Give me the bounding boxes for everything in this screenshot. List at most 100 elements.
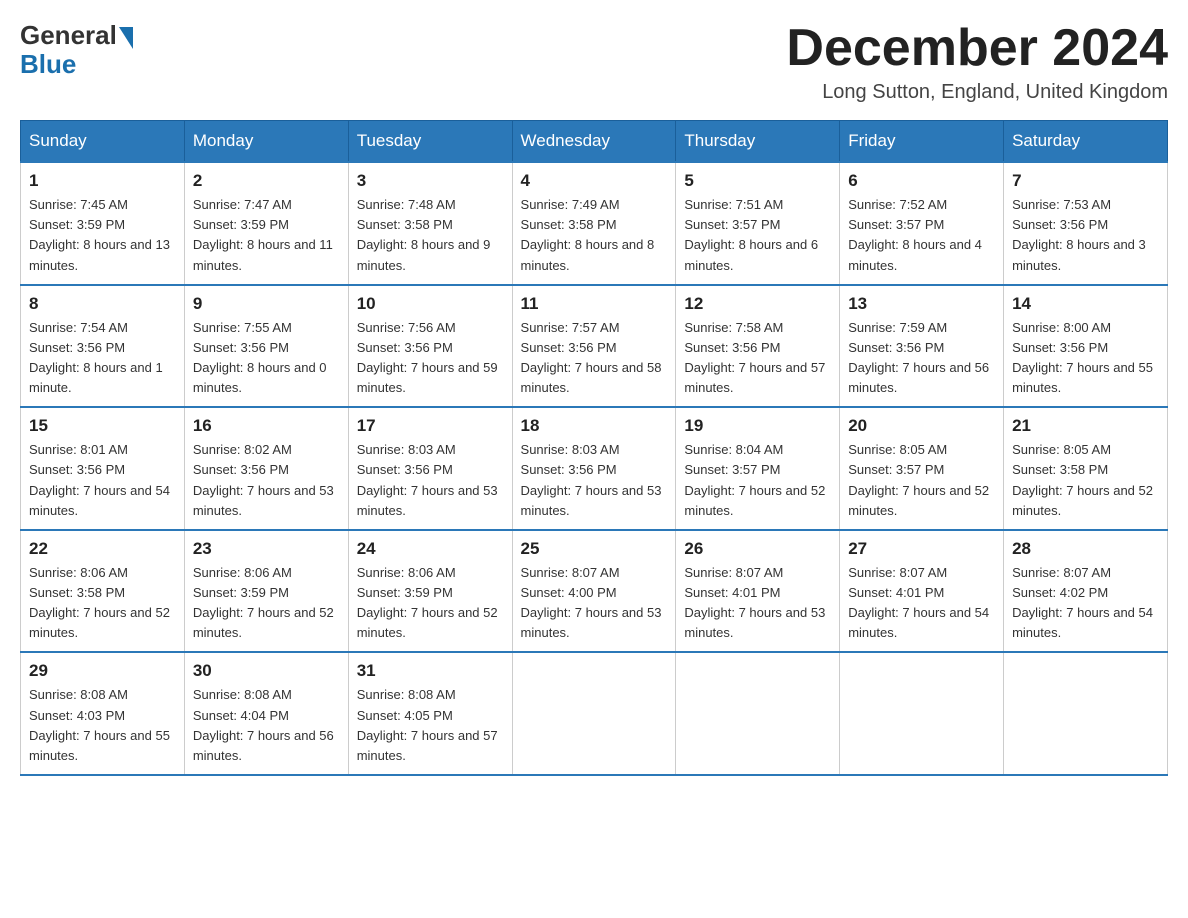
day-info: Sunrise: 8:00 AMSunset: 3:56 PMDaylight:… (1012, 318, 1159, 399)
day-number: 18 (521, 416, 668, 436)
day-number: 5 (684, 171, 831, 191)
day-number: 20 (848, 416, 995, 436)
day-info: Sunrise: 8:06 AMSunset: 3:59 PMDaylight:… (357, 563, 504, 644)
day-number: 8 (29, 294, 176, 314)
calendar-cell: 3 Sunrise: 7:48 AMSunset: 3:58 PMDaylight… (348, 162, 512, 285)
calendar-cell: 30 Sunrise: 8:08 AMSunset: 4:04 PMDayligh… (184, 652, 348, 775)
day-of-week-header: Friday (840, 121, 1004, 163)
day-info: Sunrise: 7:58 AMSunset: 3:56 PMDaylight:… (684, 318, 831, 399)
calendar-cell (512, 652, 676, 775)
day-info: Sunrise: 8:07 AMSunset: 4:02 PMDaylight:… (1012, 563, 1159, 644)
logo-top: General (20, 20, 133, 51)
day-info: Sunrise: 8:05 AMSunset: 3:57 PMDaylight:… (848, 440, 995, 521)
calendar-header-row: SundayMondayTuesdayWednesdayThursdayFrid… (21, 121, 1168, 163)
calendar-week-row: 22 Sunrise: 8:06 AMSunset: 3:58 PMDayligh… (21, 530, 1168, 653)
calendar-cell: 29Sunrise: 8:08 AMSunset: 4:03 PMDayligh… (21, 652, 185, 775)
calendar-cell: 31 Sunrise: 8:08 AMSunset: 4:05 PMDayligh… (348, 652, 512, 775)
calendar-cell: 28 Sunrise: 8:07 AMSunset: 4:02 PMDayligh… (1004, 530, 1168, 653)
calendar-cell: 1 Sunrise: 7:45 AMSunset: 3:59 PMDaylight… (21, 162, 185, 285)
day-of-week-header: Thursday (676, 121, 840, 163)
day-number: 3 (357, 171, 504, 191)
day-number: 25 (521, 539, 668, 559)
calendar-cell: 25 Sunrise: 8:07 AMSunset: 4:00 PMDayligh… (512, 530, 676, 653)
day-number: 22 (29, 539, 176, 559)
day-number: 14 (1012, 294, 1159, 314)
day-number: 28 (1012, 539, 1159, 559)
page-header: General Blue December 2024 Long Sutton, … (20, 20, 1168, 104)
day-info: Sunrise: 7:59 AMSunset: 3:56 PMDaylight:… (848, 318, 995, 399)
calendar-cell: 27Sunrise: 8:07 AMSunset: 4:01 PMDayligh… (840, 530, 1004, 653)
calendar-week-row: 1 Sunrise: 7:45 AMSunset: 3:59 PMDaylight… (21, 162, 1168, 285)
calendar-cell: 4 Sunrise: 7:49 AMSunset: 3:58 PMDaylight… (512, 162, 676, 285)
day-number: 10 (357, 294, 504, 314)
day-info: Sunrise: 7:55 AMSunset: 3:56 PMDaylight:… (193, 318, 340, 399)
calendar-table: SundayMondayTuesdayWednesdayThursdayFrid… (20, 120, 1168, 776)
day-info: Sunrise: 8:04 AMSunset: 3:57 PMDaylight:… (684, 440, 831, 521)
day-number: 12 (684, 294, 831, 314)
day-of-week-header: Tuesday (348, 121, 512, 163)
calendar-cell: 21Sunrise: 8:05 AMSunset: 3:58 PMDayligh… (1004, 407, 1168, 530)
calendar-cell: 13 Sunrise: 7:59 AMSunset: 3:56 PMDayligh… (840, 285, 1004, 408)
day-info: Sunrise: 7:49 AMSunset: 3:58 PMDaylight:… (521, 195, 668, 276)
calendar-cell: 16 Sunrise: 8:02 AMSunset: 3:56 PMDayligh… (184, 407, 348, 530)
calendar-cell: 14 Sunrise: 8:00 AMSunset: 3:56 PMDayligh… (1004, 285, 1168, 408)
day-number: 13 (848, 294, 995, 314)
day-of-week-header: Wednesday (512, 121, 676, 163)
day-info: Sunrise: 8:08 AMSunset: 4:04 PMDaylight:… (193, 685, 340, 766)
day-number: 1 (29, 171, 176, 191)
day-number: 19 (684, 416, 831, 436)
calendar-cell (1004, 652, 1168, 775)
calendar-week-row: 29Sunrise: 8:08 AMSunset: 4:03 PMDayligh… (21, 652, 1168, 775)
day-of-week-header: Saturday (1004, 121, 1168, 163)
day-info: Sunrise: 7:54 AMSunset: 3:56 PMDaylight:… (29, 318, 176, 399)
day-number: 17 (357, 416, 504, 436)
day-info: Sunrise: 7:52 AMSunset: 3:57 PMDaylight:… (848, 195, 995, 276)
calendar-week-row: 8 Sunrise: 7:54 AMSunset: 3:56 PMDaylight… (21, 285, 1168, 408)
day-info: Sunrise: 8:08 AMSunset: 4:05 PMDaylight:… (357, 685, 504, 766)
day-info: Sunrise: 7:48 AMSunset: 3:58 PMDaylight:… (357, 195, 504, 276)
logo-general-text: General (20, 20, 117, 51)
day-number: 16 (193, 416, 340, 436)
logo-arrow-icon (119, 27, 133, 49)
day-number: 2 (193, 171, 340, 191)
day-info: Sunrise: 7:51 AMSunset: 3:57 PMDaylight:… (684, 195, 831, 276)
day-info: Sunrise: 8:01 AMSunset: 3:56 PMDaylight:… (29, 440, 176, 521)
day-number: 26 (684, 539, 831, 559)
calendar-cell: 19 Sunrise: 8:04 AMSunset: 3:57 PMDayligh… (676, 407, 840, 530)
calendar-cell: 6 Sunrise: 7:52 AMSunset: 3:57 PMDaylight… (840, 162, 1004, 285)
day-number: 30 (193, 661, 340, 681)
day-info: Sunrise: 8:02 AMSunset: 3:56 PMDaylight:… (193, 440, 340, 521)
day-number: 15 (29, 416, 176, 436)
calendar-cell: 18 Sunrise: 8:03 AMSunset: 3:56 PMDayligh… (512, 407, 676, 530)
day-info: Sunrise: 8:07 AMSunset: 4:01 PMDaylight:… (848, 563, 995, 644)
calendar-cell: 2 Sunrise: 7:47 AMSunset: 3:59 PMDaylight… (184, 162, 348, 285)
day-info: Sunrise: 8:07 AMSunset: 4:01 PMDaylight:… (684, 563, 831, 644)
day-info: Sunrise: 8:07 AMSunset: 4:00 PMDaylight:… (521, 563, 668, 644)
calendar-week-row: 15 Sunrise: 8:01 AMSunset: 3:56 PMDayligh… (21, 407, 1168, 530)
location-text: Long Sutton, England, United Kingdom (786, 81, 1168, 104)
day-info: Sunrise: 8:03 AMSunset: 3:56 PMDaylight:… (521, 440, 668, 521)
day-number: 21 (1012, 416, 1159, 436)
day-number: 6 (848, 171, 995, 191)
calendar-cell: 15 Sunrise: 8:01 AMSunset: 3:56 PMDayligh… (21, 407, 185, 530)
day-info: Sunrise: 7:45 AMSunset: 3:59 PMDaylight:… (29, 195, 176, 276)
day-info: Sunrise: 7:53 AMSunset: 3:56 PMDaylight:… (1012, 195, 1159, 276)
day-info: Sunrise: 8:08 AMSunset: 4:03 PMDaylight:… (29, 685, 176, 766)
calendar-cell: 12 Sunrise: 7:58 AMSunset: 3:56 PMDayligh… (676, 285, 840, 408)
calendar-cell: 20 Sunrise: 8:05 AMSunset: 3:57 PMDayligh… (840, 407, 1004, 530)
calendar-cell (840, 652, 1004, 775)
calendar-cell: 9Sunrise: 7:55 AMSunset: 3:56 PMDaylight… (184, 285, 348, 408)
day-number: 11 (521, 294, 668, 314)
calendar-cell: 22 Sunrise: 8:06 AMSunset: 3:58 PMDayligh… (21, 530, 185, 653)
day-info: Sunrise: 7:47 AMSunset: 3:59 PMDaylight:… (193, 195, 340, 276)
day-number: 31 (357, 661, 504, 681)
day-info: Sunrise: 8:06 AMSunset: 3:59 PMDaylight:… (193, 563, 340, 644)
calendar-cell (676, 652, 840, 775)
day-number: 24 (357, 539, 504, 559)
calendar-cell: 24 Sunrise: 8:06 AMSunset: 3:59 PMDayligh… (348, 530, 512, 653)
calendar-cell: 26 Sunrise: 8:07 AMSunset: 4:01 PMDayligh… (676, 530, 840, 653)
day-info: Sunrise: 8:06 AMSunset: 3:58 PMDaylight:… (29, 563, 176, 644)
day-of-week-header: Sunday (21, 121, 185, 163)
day-info: Sunrise: 7:57 AMSunset: 3:56 PMDaylight:… (521, 318, 668, 399)
day-number: 4 (521, 171, 668, 191)
